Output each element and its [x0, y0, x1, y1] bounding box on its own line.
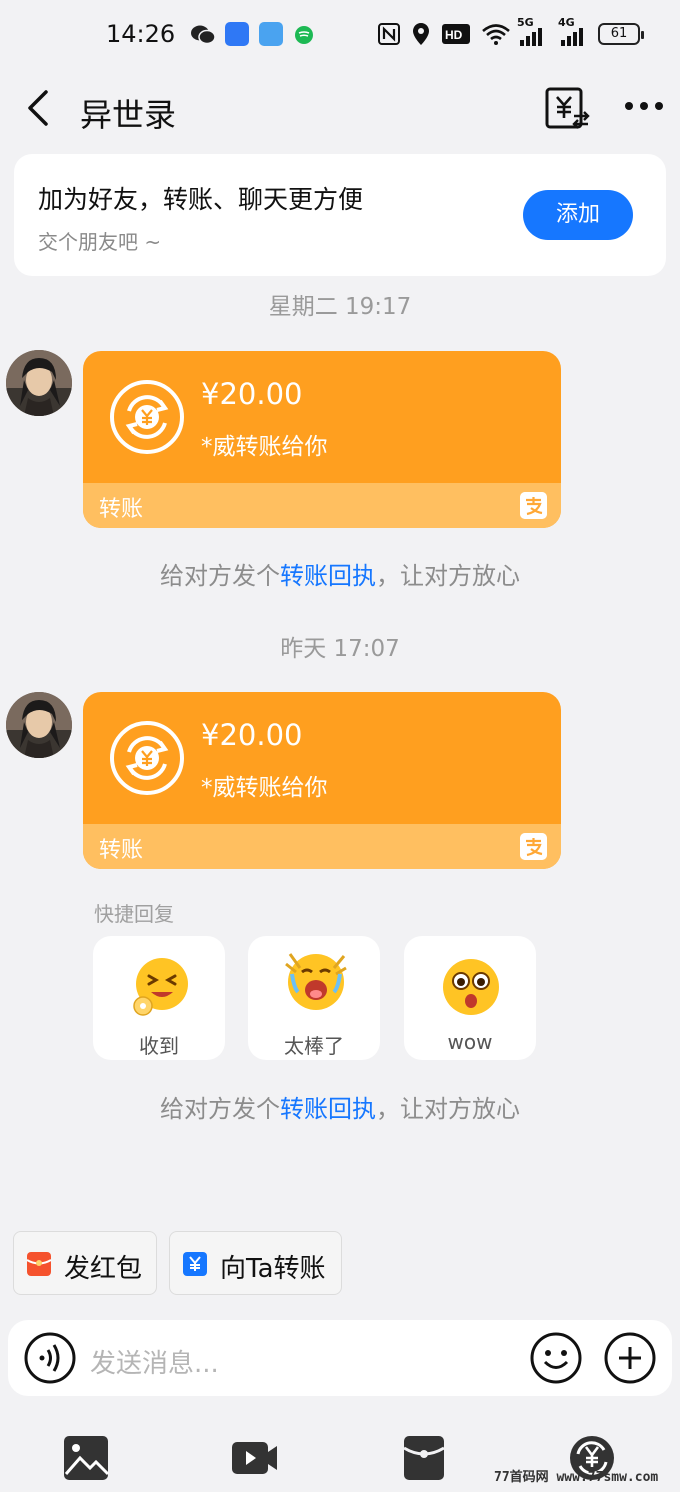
transfer-card[interactable]: ¥20.00 *威转账给你 转账: [83, 692, 561, 869]
cheering-emoji-icon: [285, 953, 347, 1010]
weather-app-icon: [259, 22, 283, 46]
message-timestamp: 昨天 17:07: [280, 636, 400, 662]
nfc-icon: [378, 23, 400, 45]
transfer-description: *威转账给你: [201, 434, 328, 460]
emoji-icon[interactable]: [530, 1332, 582, 1384]
red-packet-icon: [26, 1252, 52, 1276]
message-input[interactable]: 发送消息...: [90, 1343, 219, 1380]
hd-icon: HD: [442, 24, 470, 44]
shocked-emoji-icon: [443, 959, 499, 1015]
receipt-hint: 给对方发个转账回执，让对方放心: [0, 556, 680, 591]
quick-reply-label: wow: [447, 1030, 493, 1054]
plus-icon[interactable]: [604, 1332, 656, 1384]
transfer-to-user-button[interactable]: 向Ta转账: [169, 1231, 342, 1295]
alipay-icon: [520, 833, 547, 860]
transfer-footer: 转账: [83, 483, 561, 528]
red-packet-button[interactable]: 发红包: [13, 1231, 157, 1295]
avatar-image: [6, 692, 72, 758]
transfer-icon: [183, 1252, 207, 1276]
quick-reply-label: 收到: [139, 1034, 179, 1058]
receipt-hint-suffix: ，让对方放心: [376, 562, 520, 590]
transfer-card[interactable]: ¥20.00 *威转账给你 转账: [83, 351, 561, 528]
receipt-hint-prefix: 给对方发个: [160, 1095, 280, 1123]
transfer-label: 转账: [99, 838, 144, 863]
image-icon[interactable]: [62, 1434, 110, 1482]
receipt-hint-suffix: ，让对方放心: [376, 1095, 520, 1123]
wifi-icon: [482, 24, 510, 45]
back-arrow-icon[interactable]: [22, 88, 56, 128]
battery-indicator: 61: [598, 23, 644, 45]
status-time: 14:26: [106, 20, 176, 48]
receipt-link[interactable]: 转账回执: [280, 1095, 376, 1123]
transfer-description: *威转账给你: [201, 775, 328, 801]
red-packet-label: 发红包: [64, 1254, 143, 1284]
ok-hand-emoji-icon: [133, 958, 188, 1016]
signal-icon: [520, 28, 542, 46]
quick-reply-title: 快捷回复: [94, 902, 174, 926]
bill-icon[interactable]: [544, 86, 590, 132]
quick-reply-received[interactable]: 收到: [93, 936, 225, 1060]
transfer-yuan-icon: [110, 721, 184, 795]
voice-icon[interactable]: [24, 1332, 76, 1384]
avatar-image: [6, 350, 72, 416]
transfer-yuan-icon: [110, 380, 184, 454]
transfer-footer: 转账: [83, 824, 561, 869]
more-icon[interactable]: [624, 94, 664, 118]
music-app-icon: [295, 26, 313, 44]
chat-header: 异世录: [0, 70, 680, 150]
add-friend-title: 加为好友，转账、聊天更方便: [38, 185, 364, 214]
location-icon: [413, 23, 429, 45]
avatar[interactable]: [6, 692, 72, 758]
avatar[interactable]: [6, 350, 72, 416]
video-icon[interactable]: [230, 1434, 278, 1482]
receipt-hint-prefix: 给对方发个: [160, 562, 280, 590]
transfer-amount: ¥20.00: [201, 377, 303, 411]
signal-icon-2: [561, 28, 583, 46]
add-friend-button[interactable]: 添加: [523, 190, 633, 240]
transfer-amount: ¥20.00: [201, 718, 303, 752]
transfer-label: 转账: [99, 497, 144, 522]
message-timestamp: 星期二 19:17: [268, 294, 412, 320]
transfer-to-user-label: 向Ta转账: [220, 1254, 326, 1284]
receipt-link[interactable]: 转账回执: [280, 562, 376, 590]
add-friend-card: 加为好友，转账、聊天更方便 交个朋友吧 ~ 添加: [14, 154, 666, 276]
security-app-icon: [225, 22, 249, 46]
red-envelope-icon[interactable]: [400, 1434, 448, 1482]
wechat-icon: [191, 25, 216, 45]
chat-title: 异世录: [80, 96, 177, 134]
alipay-icon: [520, 492, 547, 519]
quick-reply-awesome[interactable]: 太棒了: [248, 936, 380, 1060]
message-input-bar: 发送消息...: [8, 1320, 672, 1396]
quick-reply-wow[interactable]: wow: [404, 936, 536, 1060]
watermark: 77首码网 www.77smw.com: [494, 1470, 659, 1485]
svg-text:HD: HD: [445, 28, 463, 42]
add-friend-subtitle: 交个朋友吧 ~: [38, 230, 162, 254]
receipt-hint: 给对方发个转账回执，让对方放心: [0, 1089, 680, 1124]
status-bar: 14:26 HD 5G 4G 61: [0, 0, 680, 70]
quick-reply-label: 太棒了: [284, 1034, 344, 1058]
